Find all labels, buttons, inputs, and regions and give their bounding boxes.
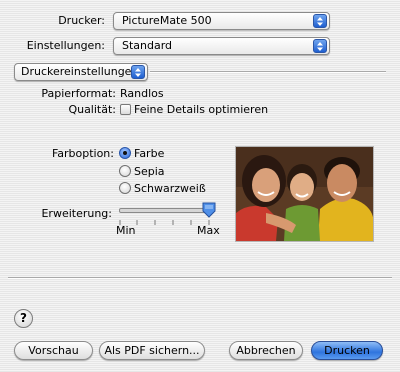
fine-details-checkbox[interactable] (120, 104, 131, 115)
color-option-label: Farboption: (51, 147, 114, 160)
printer-value: PictureMate 500 (122, 14, 212, 27)
expansion-min-label: Min (116, 224, 136, 237)
printer-popup[interactable]: PictureMate 500 (113, 12, 330, 30)
paper-label: Papierformat: (41, 87, 116, 100)
expansion-label: Erweiterung: (41, 207, 112, 220)
color-option-farbe-label[interactable]: Farbe (134, 147, 164, 160)
color-option-schwarzweiss-label[interactable]: Schwarzweiß (134, 182, 206, 195)
quality-label: Qualität: (68, 103, 116, 116)
cancel-button[interactable]: Abbrechen (229, 341, 303, 360)
panel-value: Druckereinstellungen (21, 65, 139, 78)
expansion-max-label: Max (197, 224, 220, 237)
color-radio-farbe[interactable] (119, 147, 131, 159)
fine-details-label[interactable]: Feine Details optimieren (134, 103, 268, 116)
print-button[interactable]: Drucken (311, 341, 383, 360)
settings-popup[interactable]: Standard (113, 37, 330, 55)
expansion-slider-track[interactable] (119, 208, 211, 213)
popup-arrows-icon (313, 39, 327, 53)
panel-popup[interactable]: Druckereinstellungen (14, 63, 148, 81)
color-option-sepia-label[interactable]: Sepia (134, 165, 165, 178)
expansion-slider-thumb[interactable] (202, 202, 216, 218)
help-button[interactable]: ? (14, 309, 33, 328)
bottom-separator (8, 277, 392, 279)
printer-label: Drucker: (58, 14, 105, 27)
popup-arrows-icon (313, 14, 327, 28)
popup-arrows-icon (131, 65, 145, 79)
expansion-tick-marks (119, 215, 211, 225)
color-radio-schwarzweiss[interactable] (119, 182, 131, 194)
preview-button[interactable]: Vorschau (14, 341, 93, 360)
color-radio-sepia[interactable] (119, 165, 131, 177)
preview-image (235, 146, 374, 242)
paper-value: Randlos (120, 87, 164, 100)
settings-label: Einstellungen: (26, 39, 105, 52)
save-as-pdf-button[interactable]: Als PDF sichern... (99, 341, 205, 360)
panel-separator (150, 71, 386, 73)
settings-value: Standard (122, 39, 173, 52)
